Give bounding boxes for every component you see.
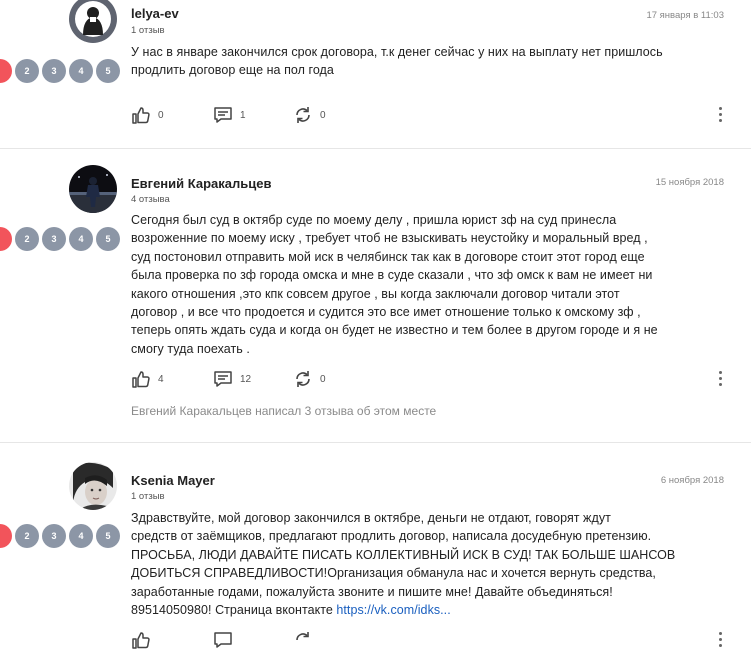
rating-option-5[interactable]: 5 <box>96 524 120 548</box>
thumbs-up-icon <box>132 632 150 649</box>
rating-option-4[interactable]: 4 <box>69 524 93 548</box>
comment-icon <box>214 107 232 123</box>
rating-option-2[interactable]: 2 <box>15 59 39 83</box>
rating-option-5[interactable]: 5 <box>96 59 120 83</box>
review-actions: 0 1 0 <box>131 105 731 127</box>
more-vertical-icon[interactable] <box>717 107 723 123</box>
rating-option-4[interactable]: 4 <box>69 227 93 251</box>
author-other-reviews-link[interactable]: Евгений Каракальцев написал 3 отзыва об … <box>131 404 436 418</box>
author-review-count: 4 отзыва <box>131 194 170 205</box>
review-date: 6 ноября 2018 <box>660 475 724 486</box>
repost-count: 0 <box>320 110 326 121</box>
like-button[interactable] <box>131 630 181 652</box>
repost-button[interactable]: 0 <box>293 369 343 391</box>
rating-option-3[interactable]: 3 <box>42 227 66 251</box>
review-text: У нас в январе закончился срок договора,… <box>131 43 721 80</box>
vk-profile-link[interactable]: https://vk.com/idks... <box>336 603 450 617</box>
review-date: 17 января в 11:03 <box>646 10 724 21</box>
comment-icon <box>214 632 232 648</box>
review-actions: 4 12 0 <box>131 369 731 391</box>
rating-option-1[interactable]: 1 <box>0 59 12 83</box>
avatar[interactable] <box>69 165 117 213</box>
rating-option-2[interactable]: 2 <box>15 524 39 548</box>
author-name[interactable]: lelya-ev <box>131 6 179 21</box>
author-review-count: 1 отзыв <box>131 491 165 502</box>
rating-option-5[interactable]: 5 <box>96 227 120 251</box>
more-vertical-icon[interactable] <box>717 371 723 387</box>
review-text: Сегодня был суд в октябр суде по моему д… <box>131 211 721 358</box>
repost-icon <box>296 371 310 387</box>
like-button[interactable]: 4 <box>131 369 181 391</box>
review-actions <box>131 630 731 652</box>
author-name[interactable]: Евгений Каракальцев <box>131 176 271 191</box>
rating-option-1[interactable]: 1 <box>0 524 12 548</box>
review-text-body: У нас в январе закончился срок договора,… <box>131 45 663 78</box>
review-text-body: Сегодня был суд в октябр суде по моему д… <box>131 213 658 356</box>
review-date: 15 ноября 2018 <box>655 177 724 188</box>
repost-icon <box>296 632 309 641</box>
more-vertical-icon[interactable] <box>717 632 723 648</box>
review-divider <box>0 442 751 443</box>
thumbs-up-icon <box>132 107 150 124</box>
rating-option-3[interactable]: 3 <box>42 59 66 83</box>
like-button[interactable]: 0 <box>131 105 181 127</box>
comment-button[interactable] <box>213 630 263 652</box>
repost-button[interactable]: 0 <box>293 105 343 127</box>
comment-count: 12 <box>240 374 252 385</box>
avatar[interactable] <box>69 0 117 43</box>
review-text: Здравствуйте, мой договор закончился в о… <box>131 509 721 619</box>
author-review-count: 1 отзыв <box>131 25 165 36</box>
comment-count: 1 <box>240 110 246 121</box>
repost-icon <box>296 107 310 123</box>
repost-count: 0 <box>320 374 326 385</box>
rating-option-3[interactable]: 3 <box>42 524 66 548</box>
like-count: 4 <box>158 374 164 385</box>
repost-button[interactable] <box>293 630 343 652</box>
review-divider <box>0 148 751 149</box>
comment-button[interactable]: 1 <box>213 105 263 127</box>
thumbs-up-icon <box>132 371 150 388</box>
avatar[interactable] <box>69 462 117 510</box>
rating-option-1[interactable]: 1 <box>0 227 12 251</box>
comment-button[interactable]: 12 <box>213 369 263 391</box>
rating-option-4[interactable]: 4 <box>69 59 93 83</box>
review-text-body: Здравствуйте, мой договор закончился в о… <box>131 511 676 618</box>
like-count: 0 <box>158 110 164 121</box>
rating-option-2[interactable]: 2 <box>15 227 39 251</box>
comment-icon <box>214 371 232 387</box>
author-name[interactable]: Ksenia Mayer <box>131 473 215 488</box>
